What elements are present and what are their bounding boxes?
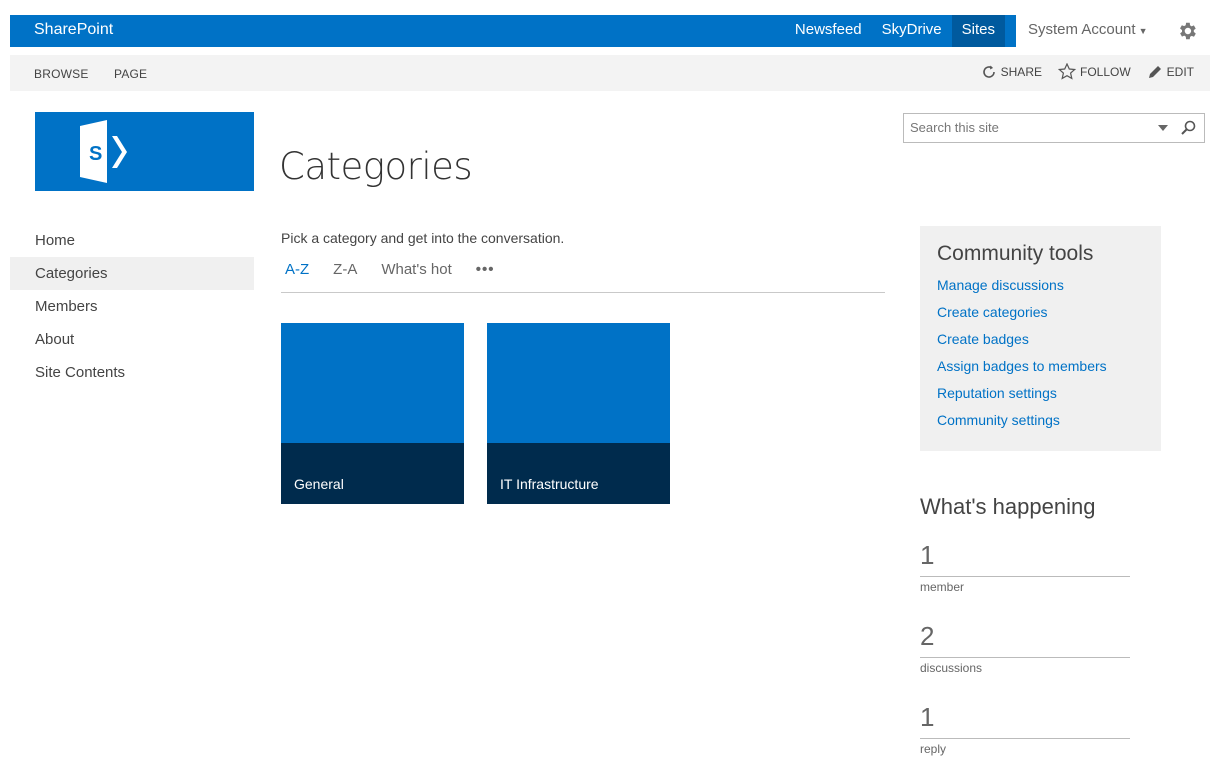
create-categories-link[interactable]: Create categories [937,304,1161,331]
share-label: SHARE [1000,64,1042,79]
create-badges-link[interactable]: Create badges [937,331,1161,358]
follow-button[interactable]: FOLLOW [1057,63,1131,80]
assign-badges-link[interactable]: Assign badges to members [937,358,1161,385]
more-options-icon[interactable]: ••• [476,261,495,278]
tile-caption: IT Infrastructure [487,443,670,504]
edit-button[interactable]: EDIT [1147,63,1194,80]
page-title: Categories [279,145,473,188]
chevron-down-icon[interactable] [1158,125,1168,131]
newsfeed-link[interactable]: Newsfeed [785,15,872,47]
stat-value: 1 [920,540,1130,577]
whats-happening-title: What's happening [920,494,1096,519]
page-tab[interactable]: PAGE [114,67,147,81]
community-tools-title: Community tools [937,242,1094,265]
account-name: System Account [1028,21,1136,38]
follow-label: FOLLOW [1079,64,1131,79]
whats-happening-panel: What's happening 1 member 2 discussions … [920,494,1130,760]
stat-members: 1 member [920,540,1130,621]
nav-item-home[interactable]: Home [10,224,254,257]
community-tools-panel: Community tools Manage discussions Creat… [920,226,1161,451]
category-tile-general[interactable]: General [281,323,464,504]
ribbon-actions: SHARE FOLLOW EDIT [981,63,1194,80]
site-logo[interactable]: S [35,112,254,191]
tile-caption: General [281,443,464,504]
manage-discussions-link[interactable]: Manage discussions [937,277,1161,304]
svg-text:S: S [89,143,102,165]
pencil-icon [1148,65,1161,78]
suite-bar: SharePoint Newsfeed SkyDrive Sites Syste… [10,15,1210,47]
stat-label: member [920,580,965,594]
sharepoint-brand[interactable]: SharePoint [34,21,113,39]
skydrive-link[interactable]: SkyDrive [872,15,952,47]
stat-value: 1 [920,702,1130,739]
nav-item-categories[interactable]: Categories [10,257,254,290]
stat-label: discussions [920,661,983,675]
sort-whats-hot[interactable]: What's hot [381,261,451,278]
gear-icon[interactable] [1176,20,1198,42]
nav-item-site-contents[interactable]: Site Contents [10,356,254,389]
sharepoint-logo-icon: S [80,120,127,183]
suite-links: Newsfeed SkyDrive Sites [785,15,1005,47]
ribbon: BROWSE PAGE SHARE FOLLOW EDIT [10,55,1210,91]
sort-tabs: A-Z Z-A What's hot ••• [285,261,519,278]
divider [281,292,885,293]
sites-link[interactable]: Sites [951,15,1005,47]
nav-item-members[interactable]: Members [10,290,254,323]
account-area: System Account ▼ [1016,15,1210,47]
chevron-down-icon: ▼ [1138,26,1148,36]
account-menu[interactable]: System Account ▼ [1028,21,1147,38]
intro-text: Pick a category and get into the convers… [281,230,565,246]
stat-value: 2 [920,621,1130,658]
category-tile-it-infrastructure[interactable]: IT Infrastructure [487,323,670,504]
share-button[interactable]: SHARE [981,63,1042,80]
stat-replies: 1 reply [920,702,1130,760]
edit-label: EDIT [1166,64,1194,79]
search-box [903,113,1205,143]
browse-tab[interactable]: BROWSE [34,67,89,81]
stat-discussions: 2 discussions [920,621,1130,702]
share-icon [982,65,995,78]
quick-launch: Home Categories Members About Site Conte… [10,224,254,389]
nav-item-about[interactable]: About [10,323,254,356]
reputation-settings-link[interactable]: Reputation settings [937,385,1161,412]
search-input[interactable] [910,120,1150,135]
star-icon [1057,63,1076,80]
sort-z-a[interactable]: Z-A [333,261,357,278]
community-settings-link[interactable]: Community settings [937,412,1161,439]
sort-a-z[interactable]: A-Z [285,261,309,278]
search-icon[interactable] [1180,120,1196,136]
stat-label: reply [920,742,947,756]
